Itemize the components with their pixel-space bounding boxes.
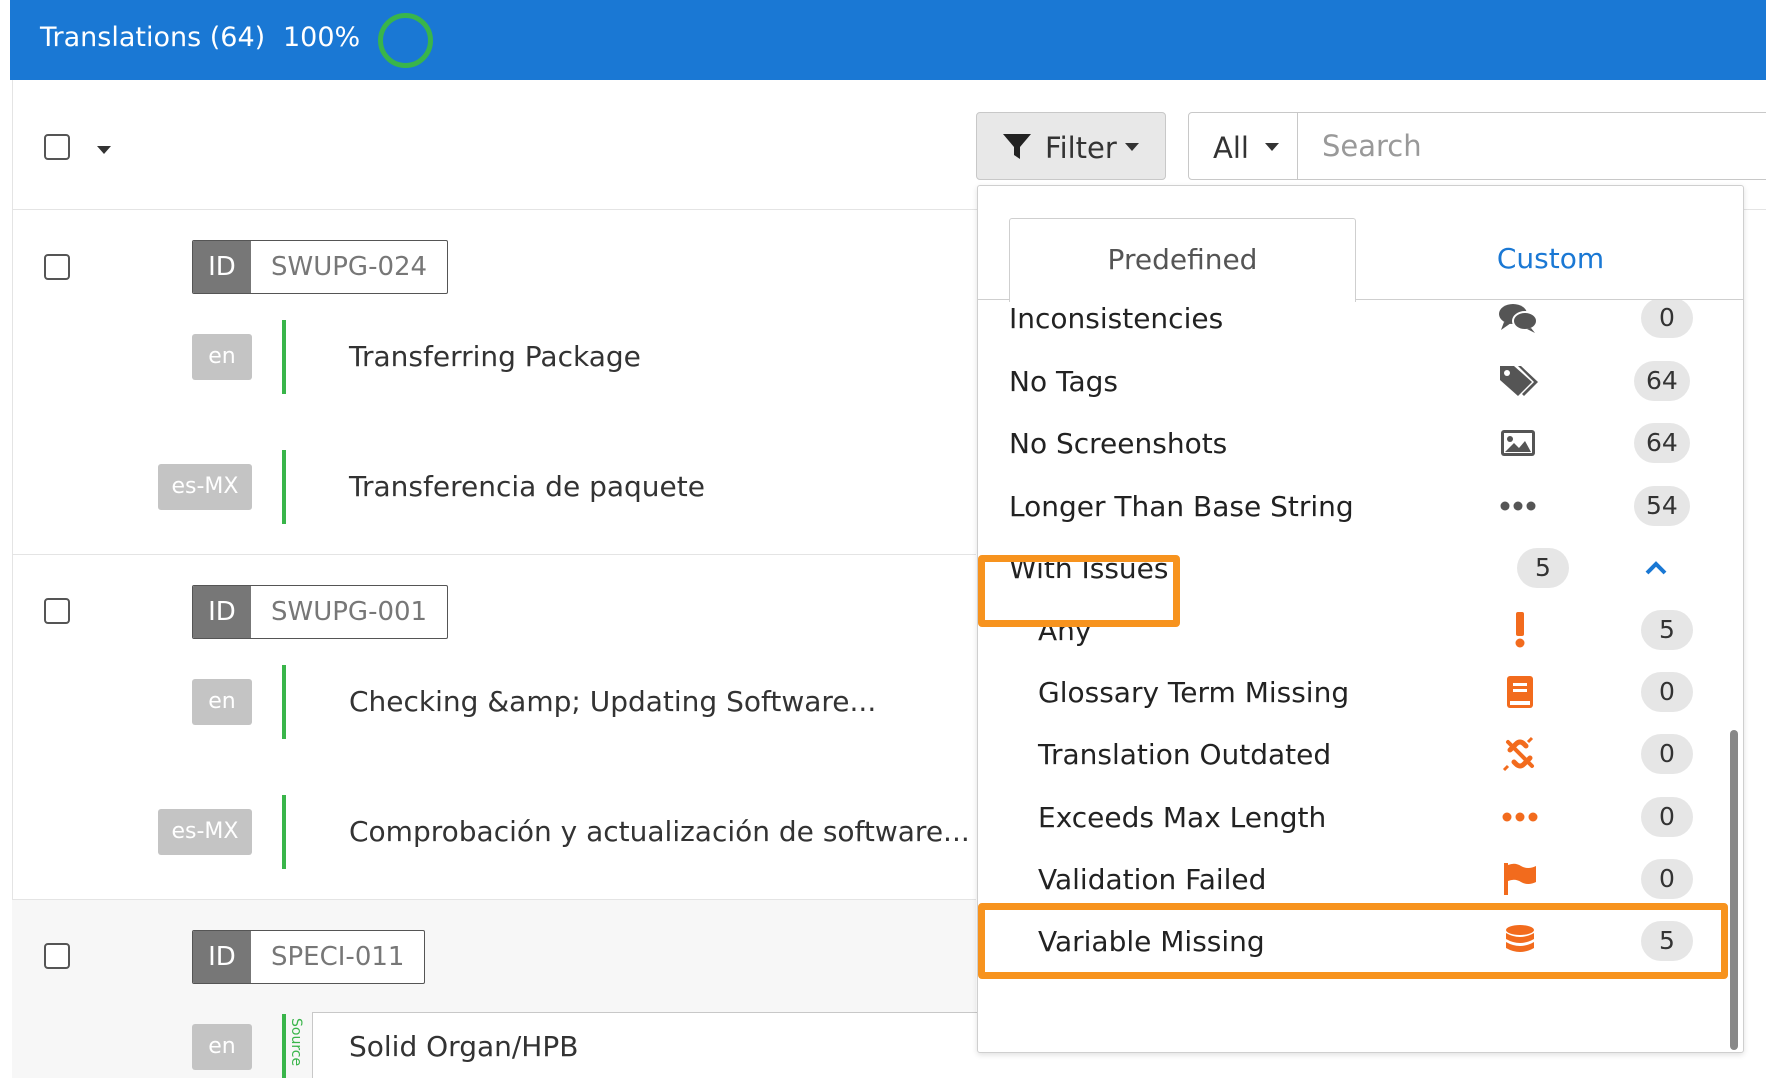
- ellipsis-icon: [1498, 488, 1538, 524]
- progress-ring: [378, 13, 433, 68]
- book-icon: [1500, 674, 1540, 710]
- row-checkbox[interactable]: [44, 598, 70, 624]
- highlight-validation-failed: [978, 903, 1728, 979]
- filter-item-label: Glossary Term Missing: [1038, 676, 1350, 709]
- string-id-tag: ID SPECI-011: [192, 930, 426, 984]
- filter-item-count: 0: [1641, 859, 1693, 899]
- filter-item-count: 0: [1641, 300, 1693, 338]
- search-input[interactable]: [1297, 112, 1766, 180]
- chevron-up-icon[interactable]: [1636, 550, 1676, 586]
- table-row: ID SWUPG-001 en Checking &amp; Updating …: [12, 555, 976, 900]
- scope-select-label: All: [1213, 131, 1249, 165]
- page-title: Translations (64): [40, 22, 266, 53]
- tab-custom[interactable]: Custom: [1356, 218, 1743, 300]
- filter-subitem-glossary-missing[interactable]: Glossary Term Missing 0: [978, 662, 1743, 722]
- progress-percent: 100%: [283, 22, 361, 53]
- filter-item-label: Inconsistencies: [1009, 302, 1224, 335]
- unlink-icon: [1500, 736, 1540, 772]
- target-text[interactable]: Transferencia de paquete: [349, 470, 705, 503]
- dropdown-scrollbar[interactable]: [1730, 730, 1738, 1050]
- scope-select[interactable]: All: [1188, 112, 1298, 180]
- filter-item-label: No Tags: [1009, 365, 1118, 398]
- source-text[interactable]: Solid Organ/HPB: [349, 1030, 578, 1063]
- filter-subitem-exceeds-max-length[interactable]: Exceeds Max Length 0: [978, 787, 1743, 847]
- filter-item-count: 0: [1641, 797, 1693, 837]
- filter-item-label: Exceeds Max Length: [1038, 801, 1327, 834]
- target-bar: [282, 450, 286, 524]
- string-id: SPECI-011: [271, 942, 405, 972]
- filter-button-label: Filter: [1045, 131, 1117, 165]
- filter-subitem-translation-outdated[interactable]: Translation Outdated 0: [978, 724, 1743, 784]
- select-options-caret-icon[interactable]: [97, 146, 111, 154]
- filter-item-count: 54: [1634, 486, 1690, 526]
- source-bar: [282, 320, 286, 394]
- filter-item-count: 5: [1517, 548, 1569, 588]
- row-checkbox[interactable]: [44, 254, 70, 280]
- filter-item-count: 64: [1634, 361, 1690, 401]
- table-row: ID SWUPG-024 en Transferring Package es-…: [12, 210, 976, 555]
- ellipsis-icon: [1500, 799, 1540, 835]
- chevron-down-icon: [1125, 143, 1139, 151]
- select-all-checkbox[interactable]: [44, 134, 70, 160]
- chevron-down-icon: [1265, 143, 1279, 151]
- string-id-tag: ID SWUPG-001: [192, 585, 449, 639]
- filter-item-longer-than-base[interactable]: Longer Than Base String 54: [978, 476, 1743, 536]
- filter-item-count: 5: [1641, 610, 1693, 650]
- filter-item-inconsistencies[interactable]: Inconsistencies 0: [978, 300, 1743, 348]
- filter-item-label: Longer Than Base String: [1009, 490, 1354, 523]
- image-icon: [1498, 425, 1538, 461]
- filter-item-no-tags[interactable]: No Tags 64: [978, 351, 1743, 411]
- string-id: SWUPG-001: [271, 597, 428, 627]
- filter-item-count: 0: [1641, 734, 1693, 774]
- left-edge: [0, 0, 10, 1078]
- filter-item-no-screenshots[interactable]: No Screenshots 64: [978, 413, 1743, 473]
- filter-item-count: 0: [1641, 672, 1693, 712]
- id-label: ID: [193, 241, 251, 293]
- source-side-label: Source: [288, 1018, 304, 1067]
- filter-item-label: Translation Outdated: [1038, 738, 1332, 771]
- source-lang-badge: en: [192, 334, 252, 380]
- exclamation-icon: [1500, 612, 1540, 648]
- highlight-with-issues: [978, 555, 1180, 627]
- funnel-icon: [1003, 134, 1031, 159]
- table-row: ID SPECI-011 en Source Solid Organ/HPB: [12, 900, 992, 1078]
- source-lang-badge: en: [192, 679, 252, 725]
- id-label: ID: [193, 586, 251, 638]
- target-text[interactable]: Comprobación y actualización de software…: [349, 815, 970, 848]
- filter-tabs: Predefined Custom: [978, 186, 1743, 302]
- filter-item-label: No Screenshots: [1009, 427, 1228, 460]
- filter-button[interactable]: Filter: [976, 112, 1166, 180]
- string-id: SWUPG-024: [271, 252, 428, 282]
- source-lang-badge: en: [192, 1024, 252, 1070]
- comments-icon: [1498, 300, 1538, 336]
- string-id-tag: ID SWUPG-024: [192, 240, 449, 294]
- tags-icon: [1498, 363, 1538, 399]
- filter-subitem-validation-failed[interactable]: Validation Failed 0: [978, 849, 1743, 909]
- tab-predefined[interactable]: Predefined: [1009, 218, 1356, 302]
- header-bar: Translations (64) 100%: [10, 0, 1766, 80]
- source-text[interactable]: Checking &amp; Updating Software...: [349, 685, 876, 718]
- flag-icon: [1500, 861, 1540, 897]
- filter-item-count: 64: [1634, 423, 1690, 463]
- filter-item-label: Validation Failed: [1038, 863, 1267, 896]
- source-bar: [282, 665, 286, 739]
- id-label: ID: [193, 931, 251, 983]
- target-lang-badge: es-MX: [158, 809, 252, 855]
- source-text[interactable]: Transferring Package: [349, 340, 641, 373]
- target-lang-badge: es-MX: [158, 464, 252, 510]
- row-checkbox[interactable]: [44, 943, 70, 969]
- source-bar: [282, 1014, 286, 1078]
- target-bar: [282, 795, 286, 869]
